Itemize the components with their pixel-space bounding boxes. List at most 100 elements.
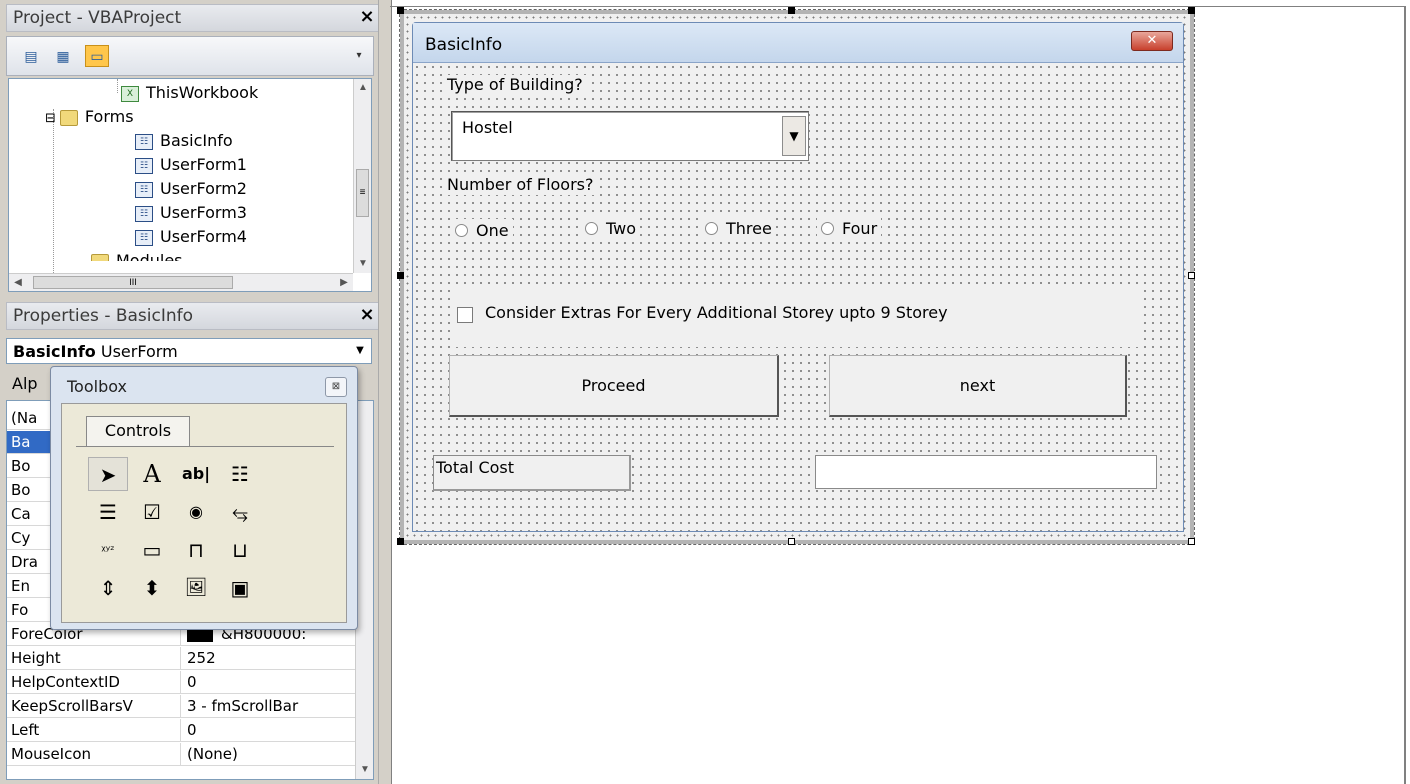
scroll-left-icon[interactable]: ◀: [9, 274, 27, 291]
radio-circle-icon: [705, 222, 718, 235]
listbox-tool-icon[interactable]: ☰: [88, 495, 128, 529]
tree-item-modules[interactable]: Modules: [91, 249, 183, 261]
resize-handle[interactable]: [397, 7, 404, 14]
resize-handle[interactable]: [788, 538, 795, 545]
property-row-left[interactable]: Left 0: [7, 719, 355, 742]
excel-sheet-icon: X: [121, 85, 139, 102]
tree-item-forms[interactable]: ⊟ Forms: [45, 105, 134, 129]
project-tree: X ThisWorkbook ⊟ Forms ☷ BasicInfo ☷ UserFor…: [8, 78, 372, 292]
tab-controls[interactable]: Controls: [86, 416, 190, 446]
building-type-combobox[interactable]: Hostel ▼: [451, 111, 809, 161]
multipage-tool-icon[interactable]: ⊔: [220, 533, 260, 567]
close-icon[interactable]: ✕: [1131, 31, 1173, 51]
userform-icon: ☷: [135, 157, 153, 174]
radio-two[interactable]: Two: [581, 217, 640, 240]
spinbutton-tool-icon[interactable]: ⬍: [132, 571, 172, 605]
toolbar-overflow-icon[interactable]: ▾: [347, 45, 371, 67]
tree-item-userform2[interactable]: ☷ UserForm2: [135, 177, 247, 201]
proceed-button[interactable]: Proceed: [449, 355, 779, 417]
userform-icon: ☷: [135, 205, 153, 222]
userform-caption-bar[interactable]: BasicInfo ✕: [413, 23, 1183, 63]
left-dock: Project - VBAProject × ▤ ▦ ▭ ▾ X ThisWork…: [0, 0, 390, 784]
resize-handle[interactable]: [397, 272, 404, 279]
resize-handle[interactable]: [1188, 538, 1195, 545]
tree-item-userform1[interactable]: ☷ UserForm1: [135, 153, 247, 177]
next-button[interactable]: next: [829, 355, 1127, 417]
scroll-down-icon[interactable]: ▼: [354, 255, 371, 273]
tabstrip-tool-icon[interactable]: ⊓: [176, 533, 216, 567]
building-type-label: Type of Building?: [443, 75, 587, 95]
radio-three[interactable]: Three: [701, 217, 776, 240]
property-row-mouseicon[interactable]: MouseIcon (None): [7, 743, 355, 766]
checkbox-square-icon[interactable]: [457, 307, 473, 323]
scroll-thumb[interactable]: ≡: [356, 169, 369, 217]
property-row-height[interactable]: Height 252: [7, 647, 355, 670]
radio-circle-icon: [455, 224, 468, 237]
pane-splitter[interactable]: [378, 0, 392, 784]
toolbox-window[interactable]: Toolbox ⊠ Controls ➤ A ab| ☷ ☰ ☑ ◉ ⥃ ᵡʸᶻ…: [50, 366, 358, 630]
toolbox-panel: Controls ➤ A ab| ☷ ☰ ☑ ◉ ⥃ ᵡʸᶻ ▭ ⊓ ⊔ ⇕ ⬍…: [61, 403, 347, 623]
controls-grid: ➤ A ab| ☷ ☰ ☑ ◉ ⥃ ᵡʸᶻ ▭ ⊓ ⊔ ⇕ ⬍ 🖼 ▣: [76, 446, 334, 616]
object-selector[interactable]: BasicInfo UserForm ▼: [6, 338, 372, 364]
checkbox-tool-icon[interactable]: ☑: [132, 495, 172, 529]
tree-item-thisworkbook[interactable]: X ThisWorkbook: [121, 81, 258, 105]
resize-handle[interactable]: [1188, 272, 1195, 279]
scrollbar-tool-icon[interactable]: ⇕: [88, 571, 128, 605]
radio-one[interactable]: One: [451, 219, 513, 242]
view-code-icon[interactable]: ▤: [19, 45, 43, 67]
resize-handle[interactable]: [397, 538, 404, 545]
frame-tool-icon[interactable]: ᵡʸᶻ: [88, 533, 128, 567]
resize-handle[interactable]: [1188, 7, 1195, 14]
tree-item-userform3[interactable]: ☷ UserForm3: [135, 201, 247, 225]
properties-pane-title-text: Properties - BasicInfo: [13, 306, 194, 326]
floors-label: Number of Floors?: [443, 175, 598, 195]
textbox-tool-icon[interactable]: ab|: [176, 457, 216, 491]
object-name: BasicInfo: [13, 342, 96, 361]
radio-circle-icon: [821, 222, 834, 235]
tree-item-basicinfo[interactable]: ☷ BasicInfo: [135, 129, 233, 153]
chevron-down-icon[interactable]: ▼: [351, 341, 369, 361]
tree-vertical-scrollbar[interactable]: ▲ ≡ ▼: [353, 79, 371, 273]
extras-checkbox[interactable]: Consider Extras For Every Additional Sto…: [451, 285, 1141, 347]
label-tool-icon[interactable]: A: [132, 457, 172, 491]
tree-item-userform4[interactable]: ☷ UserForm4: [135, 225, 247, 249]
image-tool-icon[interactable]: 🖼: [176, 571, 216, 605]
folder-icon: [91, 253, 109, 261]
project-pane-title-text: Project - VBAProject: [13, 8, 182, 28]
project-pane-title: Project - VBAProject ×: [6, 4, 382, 32]
select-objects-icon[interactable]: ➤: [88, 457, 128, 491]
scroll-up-icon[interactable]: ▲: [354, 79, 371, 97]
toolbox-title[interactable]: Toolbox: [67, 377, 127, 396]
tab-alphabetic[interactable]: Alp: [12, 374, 38, 393]
designer-right-border: [1404, 6, 1406, 784]
combobox-tool-icon[interactable]: ☷: [220, 457, 260, 491]
properties-pane-close-icon[interactable]: ×: [357, 305, 377, 325]
toggle-folders-icon[interactable]: ▭: [85, 45, 109, 67]
total-cost-textbox[interactable]: [815, 455, 1157, 489]
scroll-right-icon[interactable]: ▶: [335, 274, 353, 291]
userform-icon: ☷: [135, 181, 153, 198]
scroll-down-icon[interactable]: ▼: [356, 761, 373, 779]
project-pane-close-icon[interactable]: ×: [357, 7, 377, 27]
toolbox-close-icon[interactable]: ⊠: [325, 377, 347, 397]
refedit-tool-icon[interactable]: ▣: [220, 571, 260, 605]
total-cost-label: Total Cost: [433, 455, 631, 491]
property-row-keepscrollbarsvisible[interactable]: KeepScrollBarsV 3 - fmScrollBar: [7, 695, 355, 718]
radio-circle-icon: [585, 222, 598, 235]
object-type: UserForm: [100, 342, 178, 361]
commandbutton-tool-icon[interactable]: ▭: [132, 533, 172, 567]
scroll-thumb[interactable]: III: [33, 276, 233, 289]
togglebutton-tool-icon[interactable]: ⥃: [220, 495, 260, 529]
userform-basicinfo[interactable]: BasicInfo ✕ Type of Building? Hostel ▼ N…: [412, 22, 1184, 532]
chevron-down-icon[interactable]: ▼: [782, 116, 806, 156]
tree-horizontal-scrollbar[interactable]: ◀ III ▶: [9, 273, 353, 291]
radio-four[interactable]: Four: [817, 217, 882, 240]
view-object-icon[interactable]: ▦: [51, 45, 75, 67]
properties-pane-title: Properties - BasicInfo ×: [6, 302, 382, 330]
designer-top-border: [390, 6, 1406, 7]
collapse-icon[interactable]: ⊟: [45, 111, 56, 126]
building-type-value: Hostel: [462, 118, 513, 137]
optionbutton-tool-icon[interactable]: ◉: [176, 495, 216, 529]
property-row-helpcontextid[interactable]: HelpContextID 0: [7, 671, 355, 694]
resize-handle[interactable]: [788, 7, 795, 14]
